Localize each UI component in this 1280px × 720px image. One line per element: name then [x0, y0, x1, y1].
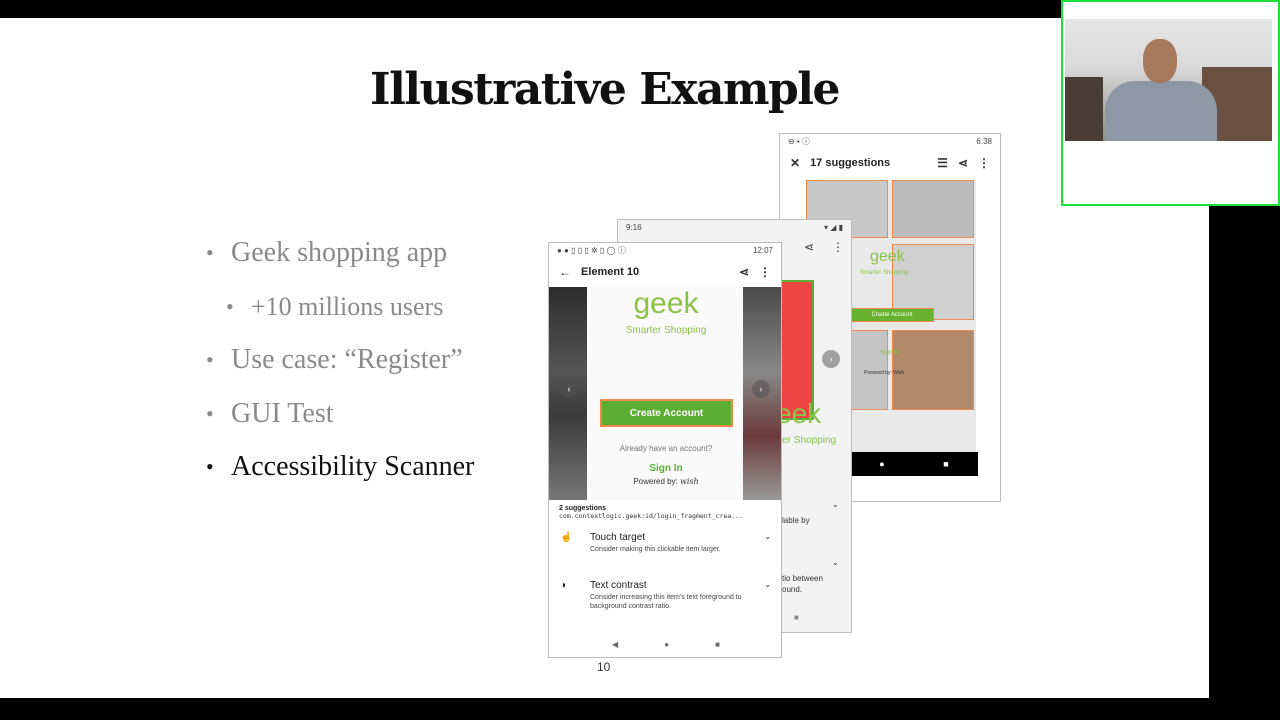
chevron-down-icon[interactable]: ⌄: [832, 500, 839, 509]
status-icons-left: ⊖ ▪ ⓘ: [788, 136, 810, 146]
suggestion-touch-target[interactable]: ☝ Touch target Consider making this clic…: [549, 532, 781, 568]
element-screenshot: geek Smarter Shopping ‹ › Create Account…: [549, 287, 781, 500]
contrast-icon: ◑: [560, 580, 567, 591]
status-time: 12:07: [752, 245, 773, 255]
phone-element-10: ● ● ▯ ▯ ▯ ✲ ▯ ◯ ⓘ 12:07 ← Element 10 ⋖ ⋮…: [548, 242, 782, 658]
bullet-users: +10 millions users: [226, 290, 474, 344]
share-icon[interactable]: ⋖: [958, 156, 968, 170]
back-nav-icon[interactable]: ◀: [612, 640, 618, 649]
powered-by: Powered by: wish: [549, 477, 781, 486]
bullet-list: Geek shopping app +10 millions users Use…: [206, 236, 474, 504]
product-tile[interactable]: [892, 330, 974, 410]
recents-icon[interactable]: ■: [715, 640, 720, 649]
bullet-accessibility-scanner: Accessibility Scanner: [206, 450, 474, 504]
status-time: 9:16: [626, 222, 642, 232]
status-bar: ● ● ▯ ▯ ▯ ✲ ▯ ◯ ⓘ 12:07: [549, 243, 781, 257]
geek-tagline: Smarter Shopping: [860, 270, 909, 276]
suggestions-title: 17 suggestions: [810, 157, 891, 169]
speaker-body: [1105, 81, 1217, 141]
status-time: 6:38: [976, 136, 992, 146]
bookshelf-left: [1065, 77, 1103, 141]
product-tile[interactable]: [892, 180, 974, 238]
app-bar: ✕ 17 suggestions ☰ ⋖ ⋮: [780, 148, 1000, 178]
sign-in-link[interactable]: Sign In: [880, 350, 899, 356]
suggestion-desc: Consider making this clickable item larg…: [590, 546, 721, 553]
touch-icon: ☝: [560, 532, 573, 543]
geek-tagline: Smarter Shopping: [625, 325, 707, 336]
status-icons-right: ▾ ◢ ▮: [823, 222, 843, 232]
sign-in-link[interactable]: Sign In: [549, 463, 781, 474]
text-partial-1: lable by: [782, 516, 810, 525]
speaker-face: [1143, 39, 1177, 83]
geek-logo: geek: [870, 248, 905, 265]
create-account-button[interactable]: Create Account: [850, 308, 934, 322]
list-icon[interactable]: ☰: [937, 156, 948, 170]
nav-bar: ● ■: [850, 452, 978, 476]
text-partial-3: ound.: [782, 585, 803, 594]
powered-by: Powered by: Wish: [864, 370, 905, 376]
status-bar: ⊖ ▪ ⓘ 6:38: [780, 134, 1000, 148]
page-number: 10: [597, 660, 611, 674]
chevron-down-icon[interactable]: ⌄: [764, 580, 771, 589]
more-vert-icon[interactable]: ⋮: [978, 156, 990, 170]
home-icon[interactable]: ●: [879, 459, 884, 469]
chevron-down-icon[interactable]: ⌄: [764, 532, 771, 541]
more-vert-icon[interactable]: ⋮: [759, 265, 771, 279]
more-vert-icon[interactable]: ⋮: [832, 240, 844, 254]
bullet-use-case: Use case: “Register”: [206, 343, 474, 397]
chevron-down-icon[interactable]: ⌄: [832, 558, 839, 567]
slide-title: Illustrative Example: [369, 64, 841, 115]
webcam-overlay: [1061, 0, 1280, 206]
recents-icon[interactable]: ■: [943, 459, 948, 469]
already-have-account: Already have an account?: [619, 444, 713, 453]
chevron-right-icon[interactable]: ›: [752, 380, 770, 398]
geek-logo: geek: [633, 287, 699, 320]
arrow-left-icon[interactable]: ←: [559, 265, 571, 279]
app-bar: ← Element 10 ⋖ ⋮: [549, 257, 781, 287]
status-bar: 9:16 ▾ ◢ ▮: [618, 220, 851, 234]
speaker-video: [1065, 19, 1272, 141]
close-icon[interactable]: ✕: [790, 156, 800, 170]
nav-bar: ◀ ● ■: [549, 640, 781, 649]
element-id: com.contextlogic.geek:id/login_fragment_…: [559, 512, 743, 520]
element-title: Element 10: [581, 266, 640, 278]
geek-logo-partial: eek: [776, 398, 822, 429]
share-icon[interactable]: ⋖: [804, 240, 814, 254]
recents-icon[interactable]: ■: [794, 613, 799, 622]
chevron-right-icon[interactable]: ›: [822, 350, 840, 368]
text-partial-2: tio between: [782, 574, 823, 583]
home-icon[interactable]: ●: [664, 640, 669, 649]
wish-logo: wish: [680, 477, 699, 486]
bullet-geek-app: Geek shopping app: [206, 236, 474, 290]
tagline-partial: rter Shopping: [776, 435, 837, 446]
create-account-button[interactable]: Create Account: [600, 399, 733, 427]
suggestion-count: 2 suggestions: [559, 505, 607, 512]
suggestion-text-contrast[interactable]: ◑ Text contrast Consider increasing this…: [549, 580, 781, 616]
suggestion-title: Text contrast: [590, 580, 647, 591]
status-icons-left: ● ● ▯ ▯ ▯ ✲ ▯ ◯ ⓘ: [557, 245, 626, 255]
share-icon[interactable]: ⋖: [739, 265, 749, 279]
bullet-gui-test: GUI Test: [206, 397, 474, 451]
suggestion-desc: Consider increasing this item's text for…: [590, 594, 742, 610]
powered-by-label: Powered by:: [633, 477, 678, 486]
suggestion-title: Touch target: [590, 532, 646, 543]
chevron-left-icon[interactable]: ‹: [560, 380, 578, 398]
slide: Illustrative Example Geek shopping app +…: [0, 18, 1209, 698]
